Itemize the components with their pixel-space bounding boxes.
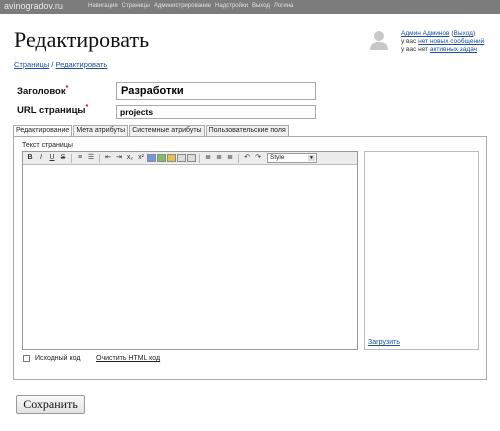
editor-label: Текст страницы xyxy=(22,142,73,149)
rich-text-editor: B I U S ≡ ☰ ⇤ ⇥ x₂ x² ≣ ≣ ≣ ↶ ↷ Style ▼ xyxy=(22,151,358,350)
source-code-checkbox[interactable] xyxy=(23,355,30,362)
nav-item-pages[interactable]: Страницы xyxy=(122,3,150,9)
strikethrough-icon[interactable]: S xyxy=(58,153,68,163)
url-label: URL страницы* xyxy=(17,104,88,116)
required-mark: * xyxy=(85,104,89,111)
top-bar: avinogradov.ru Навигация Страницы Админи… xyxy=(0,0,500,14)
breadcrumb-edit[interactable]: Редактировать xyxy=(56,60,108,69)
breadcrumb: Страницы / Редактировать xyxy=(14,60,107,69)
outdent-icon[interactable]: ⇤ xyxy=(103,153,113,163)
clean-html-link[interactable]: Очистить HTML код xyxy=(96,355,160,362)
save-button[interactable]: Сохранить xyxy=(16,395,85,414)
underline-icon[interactable]: U xyxy=(47,153,57,163)
image-icon[interactable] xyxy=(157,154,166,162)
logout-link[interactable]: Выход xyxy=(454,30,473,37)
user-name-link[interactable]: Админ Админов xyxy=(401,30,450,37)
title-label: Заголовок* xyxy=(17,85,68,97)
avatar-icon xyxy=(370,31,388,50)
table-icon[interactable] xyxy=(187,154,196,162)
redo-icon[interactable]: ↷ xyxy=(253,153,263,163)
link-icon[interactable] xyxy=(147,154,156,162)
toolbar-separator xyxy=(199,153,200,163)
breadcrumb-pages[interactable]: Страницы xyxy=(14,60,49,69)
title-label-text: Заголовок xyxy=(17,86,66,98)
nav-item-addons[interactable]: Надстройки xyxy=(215,3,248,9)
breadcrumb-separator: / xyxy=(51,60,54,69)
nav-item-admin[interactable]: Администрирование xyxy=(154,3,211,9)
upload-link[interactable]: Загрузить xyxy=(368,339,400,346)
toolbar-separator xyxy=(238,153,239,163)
page-title: Редактировать xyxy=(14,27,150,52)
site-name[interactable]: avinogradov.ru xyxy=(4,1,63,11)
style-select-value: Style xyxy=(270,154,285,161)
editor-toolbar: B I U S ≡ ☰ ⇤ ⇥ x₂ x² ≣ ≣ ≣ ↶ ↷ Style ▼ xyxy=(23,152,357,165)
user-box: Админ Админов (Выход) у вас нет новых со… xyxy=(401,30,485,53)
bold-icon[interactable]: B xyxy=(25,153,35,163)
nav-item-logout[interactable]: Выход xyxy=(252,3,270,9)
required-mark: * xyxy=(65,85,69,92)
nav-item-navigation[interactable]: Навигация xyxy=(88,3,118,9)
messages-link[interactable]: нет новых сообщений xyxy=(418,38,484,45)
messages-prefix: у вас xyxy=(401,38,417,45)
italic-icon[interactable]: I xyxy=(36,153,46,163)
align-left-icon[interactable]: ≣ xyxy=(203,153,213,163)
undo-icon[interactable]: ↶ xyxy=(242,153,252,163)
nav-item-login[interactable]: Логина xyxy=(274,3,293,9)
media-icon[interactable] xyxy=(167,154,176,162)
tasks-link[interactable]: активных задач xyxy=(430,46,477,53)
url-input[interactable] xyxy=(116,105,316,119)
align-center-icon[interactable]: ≣ xyxy=(214,153,224,163)
attachments-panel xyxy=(364,151,479,350)
toolbar-separator xyxy=(71,153,72,163)
subscript-icon[interactable]: x₂ xyxy=(125,153,135,163)
chevron-down-icon: ▼ xyxy=(308,155,315,161)
numbered-list-icon[interactable]: ≡ xyxy=(75,153,85,163)
source-code-label: Исходный код xyxy=(35,355,81,362)
url-label-text: URL страницы xyxy=(17,105,86,117)
superscript-icon[interactable]: x² xyxy=(136,153,146,163)
print-icon[interactable] xyxy=(177,154,186,162)
tasks-prefix: у вас нет xyxy=(401,46,429,53)
title-input[interactable] xyxy=(116,82,316,100)
top-nav: Навигация Страницы Администрирование Над… xyxy=(88,3,293,9)
style-select[interactable]: Style ▼ xyxy=(267,153,317,163)
bullet-list-icon[interactable]: ☰ xyxy=(86,153,96,163)
indent-icon[interactable]: ⇥ xyxy=(114,153,124,163)
toolbar-separator xyxy=(99,153,100,163)
align-right-icon[interactable]: ≣ xyxy=(225,153,235,163)
